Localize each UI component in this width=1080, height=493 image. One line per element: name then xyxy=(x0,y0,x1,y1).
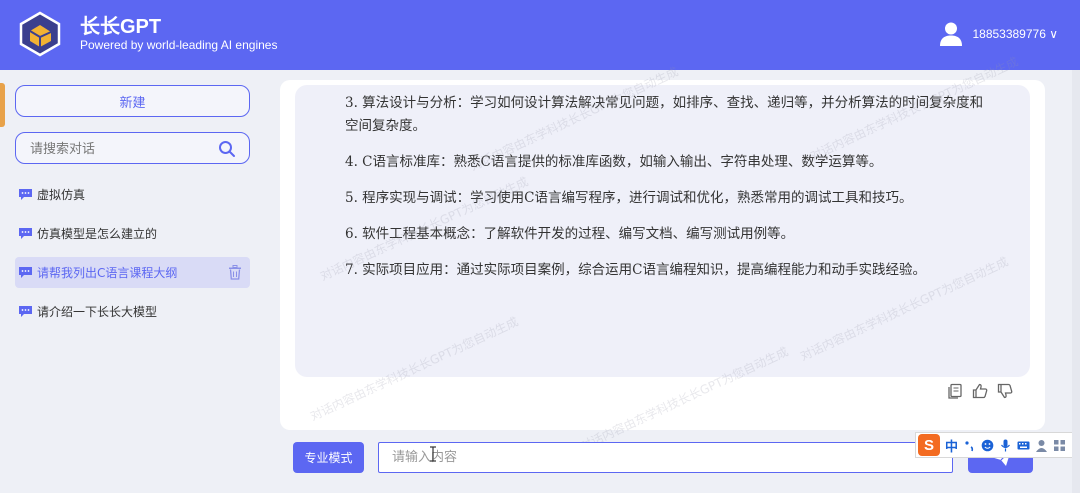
ime-toolbar[interactable]: S 中 xyxy=(915,432,1080,458)
assistant-message: 3. 算法设计与分析：学习如何设计算法解决常见问题，如排序、查找、递归等，并分析… xyxy=(295,85,1030,377)
user-phone-label[interactable]: 18853389776 ∨ xyxy=(972,27,1058,41)
message-paragraph: 3. 算法设计与分析：学习如何设计算法解决常见问题，如排序、查找、递归等，并分析… xyxy=(345,95,984,134)
copy-icon[interactable] xyxy=(947,383,963,399)
sidebar-accent xyxy=(0,83,5,127)
app-header: 长长GPT Powered by world-leading AI engine… xyxy=(0,0,1080,70)
message-paragraph: 7. 实际项目应用：通过实际项目案例，综合运用C语言编程知识，提高编程能力和动手… xyxy=(345,262,926,278)
search-icon[interactable] xyxy=(218,140,236,158)
chat-panel: 3. 算法设计与分析：学习如何设计算法解决常见问题，如排序、查找、递归等，并分析… xyxy=(280,80,1045,430)
pro-mode-button[interactable]: 专业模式 xyxy=(293,442,364,473)
ime-logo-icon[interactable]: S xyxy=(918,434,940,456)
conversation-label: 仿真模型是怎么建立的 xyxy=(37,227,158,241)
message-paragraph: 5. 程序实现与调试：学习使用C语言编写程序，进行调试和优化，熟悉常用的调试工具… xyxy=(345,190,913,206)
microphone-icon[interactable] xyxy=(999,439,1012,452)
conversation-item[interactable]: 仿真模型是怎么建立的 xyxy=(15,218,250,249)
user-icon[interactable] xyxy=(1035,439,1048,452)
chat-input[interactable] xyxy=(378,442,953,473)
conversation-item[interactable]: 虚拟仿真 xyxy=(15,179,250,210)
chat-bubble-icon xyxy=(19,228,32,239)
app-logo-icon xyxy=(19,11,61,57)
text-cursor-icon xyxy=(430,446,436,462)
app-title: 长长GPT xyxy=(80,16,162,38)
conversation-label: 请帮我列出C语言课程大纲 xyxy=(37,266,178,280)
conversation-label: 虚拟仿真 xyxy=(37,188,86,202)
ime-lang-toggle[interactable]: 中 xyxy=(945,436,958,455)
menu-grid-icon[interactable] xyxy=(1053,439,1066,452)
new-chat-button[interactable]: 新建 xyxy=(15,85,250,117)
search-box[interactable] xyxy=(15,132,250,164)
message-actions xyxy=(947,383,1013,399)
punctuation-icon[interactable] xyxy=(963,439,976,452)
chat-bubble-icon xyxy=(19,189,32,200)
user-avatar-icon xyxy=(940,22,963,46)
chat-bubble-icon xyxy=(19,306,32,317)
conversation-list: 虚拟仿真 仿真模型是怎么建立的 请帮我列出C语言课程大纲 请介绍一下长长大模型 xyxy=(15,179,250,335)
message-content: 3. 算法设计与分析：学习如何设计算法解决常见问题，如排序、查找、递归等，并分析… xyxy=(345,92,985,295)
message-paragraph: 6. 软件工程基本概念：了解软件开发的过程、编写文档、编写测试用例等。 xyxy=(345,226,795,242)
thumbs-down-icon[interactable] xyxy=(997,383,1013,399)
search-input[interactable] xyxy=(30,139,220,159)
emoji-icon[interactable] xyxy=(981,439,994,452)
message-paragraph: 4. C语言标准库：熟悉C语言提供的标准库函数，如输入输出、字符串处理、数学运算… xyxy=(345,154,883,170)
user-menu[interactable]: 18853389776 ∨ xyxy=(939,20,1058,48)
chat-bubble-icon xyxy=(19,267,32,278)
keyboard-icon[interactable] xyxy=(1017,439,1030,452)
sidebar: 新建 虚拟仿真 仿真模型是怎么建立的 请帮我列出C语言课程大纲 xyxy=(0,70,265,493)
page-scrollbar[interactable] xyxy=(1072,70,1080,493)
app-tagline: Powered by world-leading AI engines xyxy=(80,38,278,52)
delete-icon[interactable] xyxy=(228,265,242,280)
conversation-item[interactable]: 请介绍一下长长大模型 xyxy=(15,296,250,327)
conversation-item-active[interactable]: 请帮我列出C语言课程大纲 xyxy=(15,257,250,288)
conversation-label: 请介绍一下长长大模型 xyxy=(37,305,158,319)
thumbs-up-icon[interactable] xyxy=(972,383,988,399)
